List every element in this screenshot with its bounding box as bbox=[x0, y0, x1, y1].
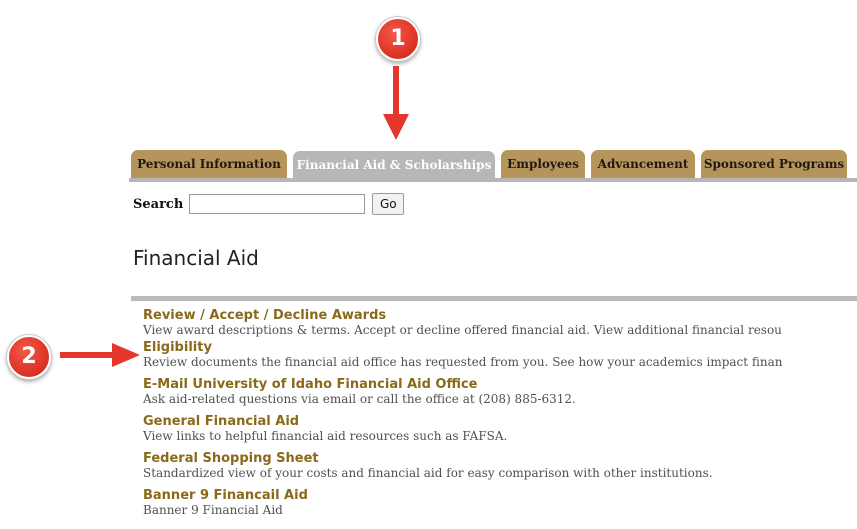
tab-advancement[interactable]: Advancement bbox=[591, 150, 695, 178]
arrow-down-annotation bbox=[383, 66, 409, 140]
menu-item-general-financial-aid: General Financial Aid View links to help… bbox=[143, 414, 857, 444]
main-tab-bar: Personal Information Financial Aid & Sch… bbox=[129, 150, 857, 182]
tab-financial-aid-scholarships[interactable]: Financial Aid & Scholarships bbox=[293, 151, 495, 178]
review-accept-decline-awards-link[interactable]: Review / Accept / Decline Awards bbox=[143, 308, 857, 323]
search-bar: Search Go bbox=[133, 192, 405, 216]
search-input[interactable] bbox=[189, 194, 366, 214]
federal-shopping-sheet-link[interactable]: Federal Shopping Sheet bbox=[143, 451, 857, 466]
tab-underline-strip bbox=[129, 178, 857, 182]
page-title: Financial Aid bbox=[133, 246, 259, 270]
menu-item-description: Review documents the financial aid offic… bbox=[143, 355, 783, 369]
menu-item-description: View award descriptions & terms. Accept … bbox=[143, 323, 782, 337]
step-2-marker: 2 bbox=[7, 335, 51, 379]
general-financial-aid-link[interactable]: General Financial Aid bbox=[143, 414, 857, 429]
arrow-right-annotation bbox=[60, 343, 140, 367]
financial-aid-menu: Review / Accept / Decline Awards View aw… bbox=[143, 308, 857, 525]
tab-personal-information[interactable]: Personal Information bbox=[131, 150, 287, 178]
menu-item-review-awards: Review / Accept / Decline Awards View aw… bbox=[143, 308, 857, 338]
tab-employees[interactable]: Employees bbox=[501, 150, 585, 178]
email-financial-aid-office-link[interactable]: E-Mail University of Idaho Financial Aid… bbox=[143, 377, 857, 392]
menu-item-description: View links to helpful financial aid reso… bbox=[143, 429, 508, 443]
menu-item-federal-shopping-sheet: Federal Shopping Sheet Standardized view… bbox=[143, 451, 857, 481]
tab-sponsored-programs[interactable]: Sponsored Programs bbox=[701, 150, 847, 178]
menu-item-description: Standardized view of your costs and fina… bbox=[143, 466, 713, 480]
menu-item-description: Banner 9 Financial Aid bbox=[143, 503, 283, 517]
step-1-marker: 1 bbox=[376, 17, 420, 61]
menu-item-banner-9: Banner 9 Financail Aid Banner 9 Financia… bbox=[143, 488, 857, 518]
search-label: Search bbox=[133, 196, 184, 212]
section-divider bbox=[131, 296, 857, 301]
go-button[interactable]: Go bbox=[372, 193, 405, 215]
banner-9-financial-aid-link[interactable]: Banner 9 Financail Aid bbox=[143, 488, 857, 503]
menu-item-eligibility: Eligibility Review documents the financi… bbox=[143, 340, 857, 370]
eligibility-link[interactable]: Eligibility bbox=[143, 340, 857, 355]
menu-item-description: Ask aid-related questions via email or c… bbox=[143, 392, 576, 406]
menu-item-email-office: E-Mail University of Idaho Financial Aid… bbox=[143, 377, 857, 407]
